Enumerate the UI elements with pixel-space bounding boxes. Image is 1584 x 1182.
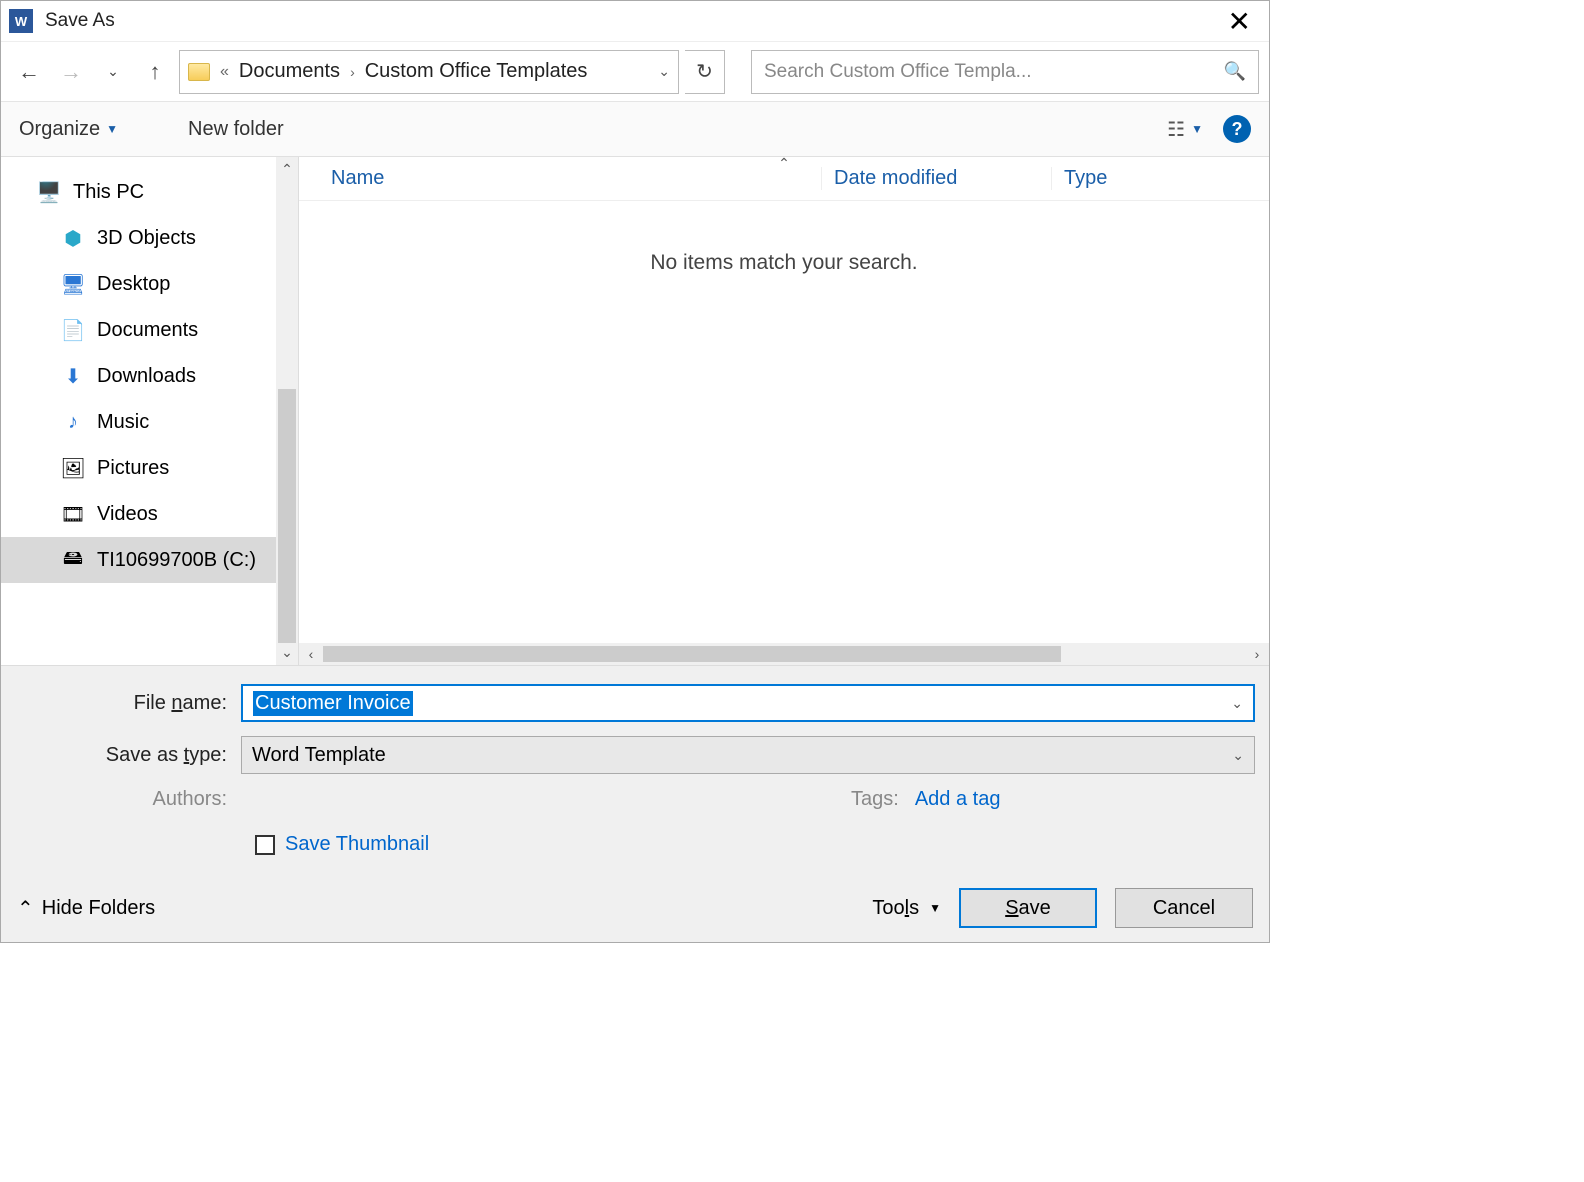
title-bar: W Save As ✕ [1,1,1269,41]
dropdown-arrow-icon: ▼ [106,122,118,136]
tree-pictures[interactable]: 🖼 Pictures [1,445,276,491]
scrollbar-thumb[interactable] [323,646,1061,662]
file-name-label: File name: [15,692,241,715]
chevron-up-icon: ⌃ [17,896,34,921]
hide-folders-label: Hide Folders [42,897,155,920]
organize-label: Organize [19,118,100,141]
nav-bar: ← → ⌄ ↑ « Documents › Custom Office Temp… [1,41,1269,101]
tree-label: 3D Objects [97,227,196,250]
file-name-value: Customer Invoice [253,691,413,716]
tree-desktop[interactable]: 🖥 Desktop [1,261,276,307]
tree-label: Desktop [97,273,170,296]
breadcrumb-overflow[interactable]: « [220,63,229,81]
footer: ⌃ Hide Folders Tools ▼ Save Cancel [1,870,1269,942]
pictures-icon: 🖼 [61,457,85,479]
empty-message: No items match your search. [299,251,1269,275]
forward-button[interactable]: → [53,54,89,90]
tree-label: This PC [73,181,144,204]
tree-drive-c[interactable]: 🖴 TI10699700B (C:) [1,537,276,583]
scroll-down-icon[interactable]: ⌄ [276,644,298,661]
new-folder-button[interactable]: New folder [188,118,284,141]
tree-videos[interactable]: 🎞 Videos [1,491,276,537]
view-icon: ☷ [1167,117,1185,142]
cancel-button[interactable]: Cancel [1115,888,1253,928]
folder-icon [188,63,210,81]
form-area: File name: Customer Invoice ⌄ Save as ty… [1,665,1269,870]
dropdown-arrow-icon: ▼ [929,901,941,915]
recent-dropdown[interactable]: ⌄ [95,54,131,90]
scroll-left-icon[interactable]: ‹ [299,646,323,662]
dialog-title: Save As [45,10,115,32]
column-name[interactable]: Name [331,167,821,190]
tree-this-pc[interactable]: 🖥️ This PC [1,169,276,215]
tree-label: TI10699700B (C:) [97,549,256,572]
scroll-up-icon[interactable]: ⌃ [276,161,298,178]
tree-3d-objects[interactable]: ⬢ 3D Objects [1,215,276,261]
videos-icon: 🎞 [61,503,85,525]
address-bar[interactable]: « Documents › Custom Office Templates ⌄ [179,50,679,94]
tree-documents[interactable]: 📄 Documents [1,307,276,353]
save-as-type-label: Save as type: [15,744,241,767]
column-date-modified[interactable]: Date modified [821,167,1051,190]
column-collapse-icon[interactable]: ⌃ [778,155,790,172]
download-icon: ⬇ [61,365,85,387]
save-as-type-value: Word Template [252,744,386,767]
hide-folders-button[interactable]: ⌃ Hide Folders [17,896,155,921]
chevron-right-icon: › [350,64,355,80]
add-tag-link[interactable]: Add a tag [915,788,1001,811]
search-input[interactable] [764,61,1224,83]
tree-label: Pictures [97,457,169,480]
save-button[interactable]: Save [959,888,1097,928]
document-icon: 📄 [61,319,85,341]
tree-label: Music [97,411,149,434]
search-box[interactable]: 🔍 [751,50,1259,94]
toolbar: Organize ▼ New folder ☷ ▼ ? [1,101,1269,157]
save-thumbnail-label[interactable]: Save Thumbnail [285,833,429,856]
dialog-body: 🖥️ This PC ⬢ 3D Objects 🖥 Desktop 📄 Docu… [1,157,1269,665]
organize-button[interactable]: Organize ▼ [19,118,118,141]
column-type[interactable]: Type [1051,167,1269,190]
cube-icon: ⬢ [61,227,85,249]
search-icon: 🔍 [1224,61,1246,82]
monitor-icon: 🖥 [61,273,85,295]
scrollbar-thumb[interactable] [278,389,296,643]
sidebar: 🖥️ This PC ⬢ 3D Objects 🖥 Desktop 📄 Docu… [1,157,299,665]
tools-button[interactable]: Tools ▼ [872,897,941,920]
tree-label: Downloads [97,365,196,388]
dropdown-arrow-icon: ▼ [1191,122,1203,136]
file-name-input[interactable]: Customer Invoice ⌄ [241,684,1255,722]
view-options-button[interactable]: ☷ ▼ [1167,117,1203,142]
refresh-button[interactable]: ↻ [685,50,725,94]
file-name-dropdown[interactable]: ⌄ [1231,695,1243,712]
address-dropdown[interactable]: ⌄ [658,63,670,80]
sidebar-scrollbar[interactable]: ⌃ ⌄ [276,157,298,665]
close-button[interactable]: ✕ [1218,5,1261,38]
this-pc-icon: 🖥️ [37,181,61,203]
dropdown-arrow-icon: ⌄ [1232,747,1244,764]
back-button[interactable]: ← [11,54,47,90]
tree-downloads[interactable]: ⬇ Downloads [1,353,276,399]
tags-label: Tags: [851,788,899,811]
save-thumbnail-checkbox[interactable] [255,835,275,855]
scroll-right-icon[interactable]: › [1245,646,1269,662]
breadcrumb-custom-templates[interactable]: Custom Office Templates [365,60,588,83]
music-icon: ♪ [61,411,85,433]
tools-label: Tools [872,897,919,920]
tree-music[interactable]: ♪ Music [1,399,276,445]
save-as-dialog: W Save As ✕ ← → ⌄ ↑ « Documents › Custom… [0,0,1270,943]
word-app-icon: W [9,9,33,33]
save-as-type-select[interactable]: Word Template ⌄ [241,736,1255,774]
file-list: ⌃ Name Date modified Type No items match… [299,157,1269,665]
drive-icon: 🖴 [61,549,85,571]
breadcrumb-documents[interactable]: Documents [239,60,340,83]
up-button[interactable]: ↑ [137,54,173,90]
tree-label: Documents [97,319,198,342]
tree-label: Videos [97,503,158,526]
help-button[interactable]: ? [1223,115,1251,143]
horizontal-scrollbar[interactable]: ‹ › [299,643,1269,665]
authors-label: Authors: [15,788,241,811]
